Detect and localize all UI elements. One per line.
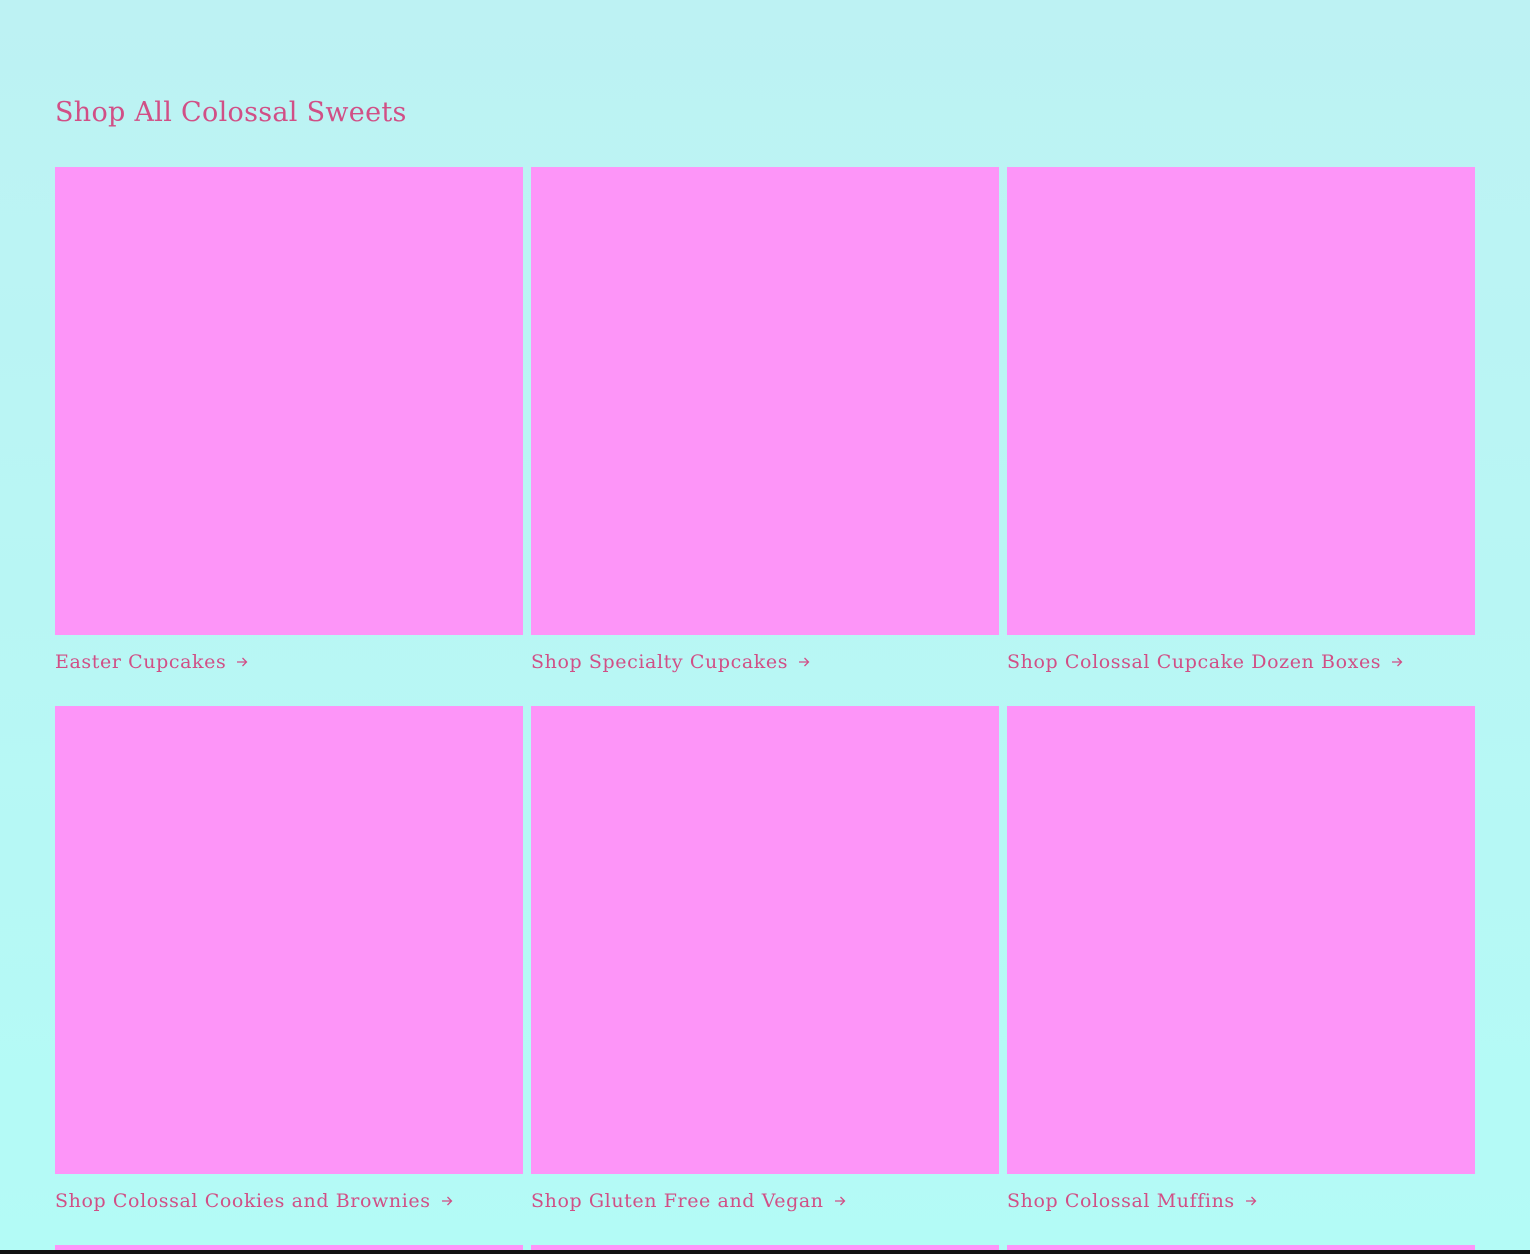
collection-label: Shop Colossal Cupcake Dozen Boxes	[1007, 650, 1382, 673]
collection-label: Shop Colossal Cookies and Brownies	[55, 1189, 431, 1212]
arrow-right-icon	[799, 657, 810, 666]
collection-image[interactable]	[55, 706, 523, 1174]
collection-card-easter-cupcakes[interactable]: Easter Cupcakes	[55, 167, 523, 706]
collection-label: Shop Gluten Free and Vegan	[531, 1189, 824, 1212]
collection-link[interactable]: Easter Cupcakes	[55, 635, 523, 697]
collection-card-cupcake-dozen-boxes[interactable]: Shop Colossal Cupcake Dozen Boxes	[1007, 167, 1475, 706]
collection-card-cookies-brownies[interactable]: Shop Colossal Cookies and Brownies	[55, 706, 523, 1245]
collection-link[interactable]: Shop Gluten Free and Vegan	[531, 1174, 999, 1236]
collection-link[interactable]: Shop Colossal Cookies and Brownies	[55, 1174, 523, 1236]
collection-link[interactable]: Shop Specialty Cupcakes	[531, 635, 999, 697]
collection-card-specialty-cupcakes[interactable]: Shop Specialty Cupcakes	[531, 167, 999, 706]
collection-image[interactable]	[531, 167, 999, 635]
collection-image[interactable]	[1007, 167, 1475, 635]
collection-card-muffins[interactable]: Shop Colossal Muffins	[1007, 706, 1475, 1245]
collection-label: Easter Cupcakes	[55, 650, 227, 673]
viewport-bottom-edge	[0, 1250, 1530, 1254]
collection-label: Shop Colossal Muffins	[1007, 1189, 1235, 1212]
collection-link[interactable]: Shop Colossal Muffins	[1007, 1174, 1475, 1236]
collection-image[interactable]	[1007, 706, 1475, 1174]
section-title: Shop All Colossal Sweets	[55, 97, 407, 128]
arrow-right-icon	[1245, 1196, 1257, 1205]
collection-link[interactable]: Shop Colossal Cupcake Dozen Boxes	[1007, 635, 1475, 697]
arrow-right-icon	[441, 1196, 453, 1205]
collection-image[interactable]	[531, 706, 999, 1174]
collection-image[interactable]	[55, 167, 523, 635]
collection-grid: Easter Cupcakes Shop Specialty Cupcakes …	[55, 167, 1475, 1245]
arrow-right-icon	[237, 657, 248, 666]
collection-label: Shop Specialty Cupcakes	[531, 650, 789, 673]
arrow-right-icon	[1392, 657, 1403, 666]
collection-card-gluten-free-vegan[interactable]: Shop Gluten Free and Vegan	[531, 706, 999, 1245]
arrow-right-icon	[834, 1196, 846, 1205]
